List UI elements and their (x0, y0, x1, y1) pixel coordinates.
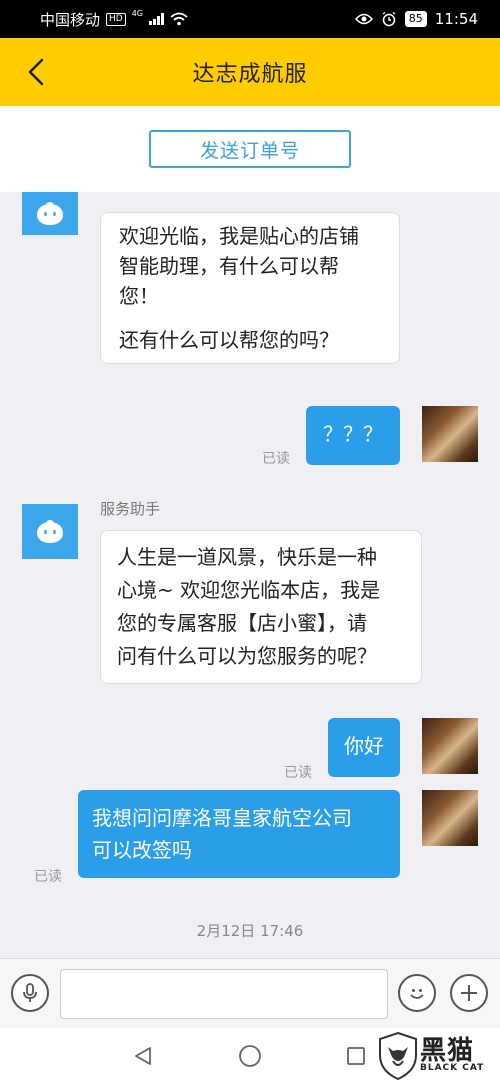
voice-button[interactable] (11, 974, 49, 1012)
message-line: 我想问问摩洛哥皇家航空公司 (92, 806, 352, 830)
emoji-button[interactable] (398, 974, 436, 1012)
clock: 11:54 (434, 10, 478, 28)
read-status: 已读 (34, 869, 62, 885)
status-bar: 中国移动 HD 4G 85 11:54 (0, 0, 500, 38)
square-recent-icon (347, 1047, 365, 1065)
nav-home-button[interactable] (235, 1041, 265, 1071)
plus-icon (461, 985, 477, 1001)
send-order-number-button[interactable]: 发送订单号 (149, 130, 351, 168)
cat-shield-icon (379, 1031, 417, 1080)
page-title: 达志成航服 (192, 62, 308, 87)
bot-avatar-icon (37, 201, 63, 225)
message-line: 智能助理，有什么可以帮 (119, 254, 339, 278)
read-status: 已读 (262, 451, 290, 467)
message-line: 欢迎光临，我是贴心的店铺 (119, 224, 359, 248)
microphone-icon (23, 983, 37, 1002)
message-input-bar (0, 958, 500, 1028)
user-avatar[interactable] (422, 718, 478, 774)
bot-message-bubble[interactable]: 欢迎光临，我是贴心的店铺 智能助理，有什么可以帮 您！ 还有什么可以帮您的吗？ (100, 212, 400, 364)
bot-avatar-icon (37, 519, 63, 543)
message-line: 还有什么可以帮您的吗？ (119, 328, 339, 352)
watermark-cn: 黑猫 (420, 1036, 475, 1066)
message-line: 问有什么可以为您服务的呢？ (117, 644, 377, 668)
message-line: 心境~ 欢迎您光临本店，我是 (117, 578, 381, 602)
alarm-icon (382, 11, 396, 27)
user-message-bubble[interactable]: 我想问问摩洛哥皇家航空公司 可以改签吗 (78, 790, 400, 878)
read-status: 已读 (284, 765, 312, 781)
watermark-text: 黑猫 BLACK CAT (420, 1038, 484, 1073)
more-button[interactable] (450, 974, 488, 1012)
message-line: 您！ (119, 284, 159, 308)
chat-header: 达志成航服 (0, 38, 500, 106)
back-button[interactable] (18, 54, 54, 90)
bot-avatar[interactable] (22, 504, 78, 559)
eye-icon (354, 13, 373, 25)
status-bar-left: 中国移动 HD 4G (40, 9, 188, 30)
sender-name: 服务助手 (100, 500, 161, 518)
user-message-bubble[interactable]: ？？？ (306, 406, 400, 465)
smiley-icon (410, 989, 424, 999)
nav-recent-button[interactable] (341, 1041, 371, 1071)
user-avatar[interactable] (422, 790, 478, 846)
message-timestamp: 2月12日 17:46 (196, 922, 304, 940)
wifi-icon (170, 12, 188, 26)
battery-indicator: 85 (404, 11, 427, 27)
circle-home-icon (239, 1045, 261, 1067)
signal-icon (149, 13, 165, 25)
bot-message-bubble[interactable]: 人生是一道风景，快乐是一种 心境~ 欢迎您光临本店，我是 您的专属客服【店小蜜】… (100, 530, 422, 684)
user-avatar[interactable] (422, 406, 478, 462)
order-strip: 发送订单号 (0, 106, 500, 192)
nav-back-button[interactable] (128, 1041, 158, 1071)
black-cat-watermark: 黑猫 BLACK CAT (376, 1028, 500, 1083)
user-message-bubble[interactable]: 你好 (328, 718, 400, 777)
network-type: 4G (131, 8, 144, 18)
message-line: 可以改签吗 (92, 838, 192, 862)
chat-message-list[interactable]: 欢迎光临，我是贴心的店铺 智能助理，有什么可以帮 您！ 还有什么可以帮您的吗？ … (0, 192, 500, 958)
message-line: 您的专属客服【店小蜜】，请 (117, 611, 367, 635)
triangle-back-icon (135, 1047, 151, 1065)
bot-avatar[interactable] (22, 192, 78, 235)
hd-badge: HD (106, 12, 126, 26)
watermark-en: BLACK CAT (420, 1063, 485, 1073)
chevron-left-icon (28, 58, 44, 86)
message-input[interactable] (60, 969, 388, 1019)
status-bar-right: 85 11:54 (354, 10, 478, 28)
carrier-name: 中国移动 (40, 10, 101, 29)
message-line: 人生是一道风景，快乐是一种 (117, 545, 377, 569)
